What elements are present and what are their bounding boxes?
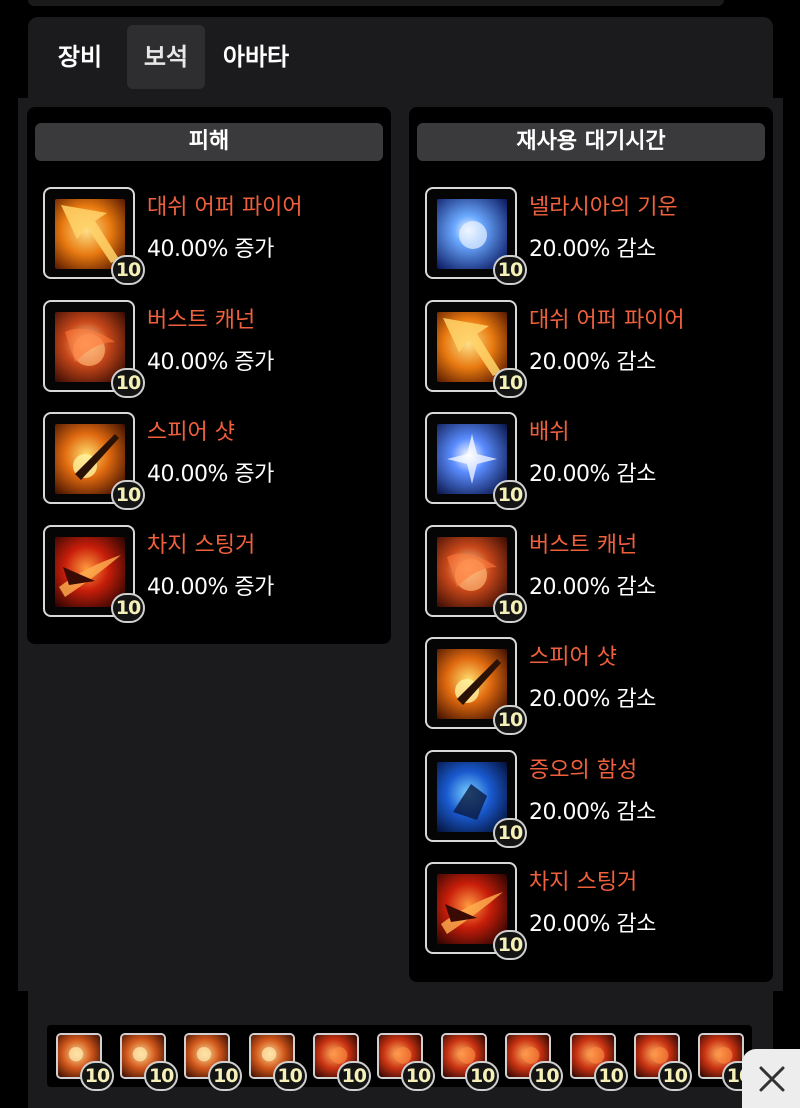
burst-cannon-icon [55, 311, 125, 382]
skill-row[interactable]: 10 스피어 샷 20.00% 감소 [425, 637, 745, 735]
gem-level-badge: 10 [111, 367, 145, 398]
gem-level-badge: 10 [493, 480, 527, 510]
skill-row[interactable]: 10 증오의 함성 20.00% 감소 [425, 749, 745, 848]
cooldown-panel: 재사용 대기시간 10 넬라시아의 기운 20.00% 감소 10 대쉬 어퍼 파이어 2… [409, 107, 773, 982]
skill-effect-value: 40.00% 증가 [147, 462, 274, 487]
skill-name: 버스트 캐넌 [529, 532, 638, 558]
skill-effect-value: 20.00% 감소 [529, 462, 656, 487]
skill-row[interactable]: 10 버스트 캐넌 20.00% 감소 [425, 524, 745, 623]
skill-effect-value: 40.00% 증가 [147, 237, 274, 262]
skill-row[interactable]: 10 대쉬 어퍼 파이어 20.00% 감소 [425, 299, 745, 398]
gem-level-badge: 10 [336, 1061, 371, 1091]
roar-of-hatred-icon [437, 761, 507, 832]
cooldown-panel-title: 재사용 대기시간 [417, 123, 765, 161]
skill-name: 차지 스팅거 [529, 870, 638, 895]
skill-row[interactable]: 10 배쉬 20.00% 감소 [425, 412, 745, 510]
tab-gems[interactable]: 보석 [127, 25, 205, 89]
gem-level-badge: 10 [401, 1061, 435, 1091]
tab-bar: 장비 보석 아바타 [28, 17, 773, 99]
gem-level-badge: 10 [493, 592, 527, 623]
dash-upper-fire-icon [437, 311, 507, 382]
skill-effect-value: 20.00% 감소 [529, 349, 656, 375]
tab-avatar[interactable]: 아바타 [216, 25, 296, 89]
skill-name: 버스트 캐넌 [147, 307, 256, 333]
tab-equipment[interactable]: 장비 [48, 25, 112, 89]
skill-row[interactable]: 10 버스트 캐넌 40.00% 증가 [43, 299, 363, 398]
gem-level-badge: 10 [465, 1061, 500, 1091]
gem-level-badge: 10 [493, 817, 527, 848]
gem-level-badge: 10 [272, 1061, 307, 1091]
close-icon [759, 1066, 785, 1092]
gem-level-badge: 10 [493, 930, 527, 960]
skill-row[interactable]: 10 넬라시아의 기운 20.00% 감소 [425, 187, 745, 285]
skill-name: 넬라시아의 기운 [529, 195, 678, 220]
gem-level-badge: 10 [208, 1061, 243, 1091]
skill-effect-value: 20.00% 감소 [529, 912, 656, 937]
skill-effect-value: 20.00% 감소 [529, 687, 656, 712]
gem-level-badge: 10 [111, 592, 145, 623]
gem-level-badge: 10 [111, 480, 145, 510]
gem-level-badge: 10 [657, 1061, 692, 1091]
damage-panel-title: 피해 [35, 123, 383, 161]
skill-name: 차지 스팅거 [147, 532, 256, 558]
skill-row[interactable]: 10 대쉬 어퍼 파이어 40.00% 증가 [43, 187, 363, 285]
top-edge-bar [28, 0, 724, 6]
burst-cannon-icon [437, 536, 507, 607]
gem-level-badge: 10 [493, 255, 527, 285]
skill-effect-value: 40.00% 증가 [147, 574, 274, 600]
gem-level-badge: 10 [111, 255, 145, 285]
skill-name: 스피어 샷 [147, 420, 235, 445]
gem-level-badge: 10 [80, 1061, 114, 1091]
gem-level-badge: 10 [144, 1061, 179, 1091]
gem-level-badge: 10 [493, 705, 527, 735]
skill-row[interactable]: 10 차지 스팅거 20.00% 감소 [425, 862, 745, 960]
damage-panel: 피해 10 대쉬 어퍼 파이어 40.00% 증가 10 버스트 캐넌 40.00% 증가… [27, 107, 391, 644]
skill-row[interactable]: 10 스피어 샷 40.00% 증가 [43, 412, 363, 510]
skill-name: 증오의 함성 [529, 757, 638, 783]
skill-effect-value: 20.00% 감소 [529, 574, 656, 600]
gem-level-badge: 10 [493, 367, 527, 398]
gem-level-badge: 10 [529, 1061, 564, 1091]
skill-effect-value: 40.00% 증가 [147, 349, 274, 375]
skill-effect-value: 20.00% 감소 [529, 237, 656, 262]
skill-name: 대쉬 어퍼 파이어 [529, 307, 685, 333]
skill-row[interactable]: 10 차지 스팅거 40.00% 증가 [43, 524, 363, 623]
skill-effect-value: 20.00% 감소 [529, 799, 656, 825]
skill-name: 스피어 샷 [529, 645, 617, 670]
charge-stinger-icon [55, 536, 125, 607]
skill-name: 배쉬 [529, 420, 570, 445]
gem-level-badge: 10 [593, 1061, 628, 1091]
close-button[interactable] [742, 1049, 800, 1108]
skill-name: 대쉬 어퍼 파이어 [147, 195, 303, 220]
